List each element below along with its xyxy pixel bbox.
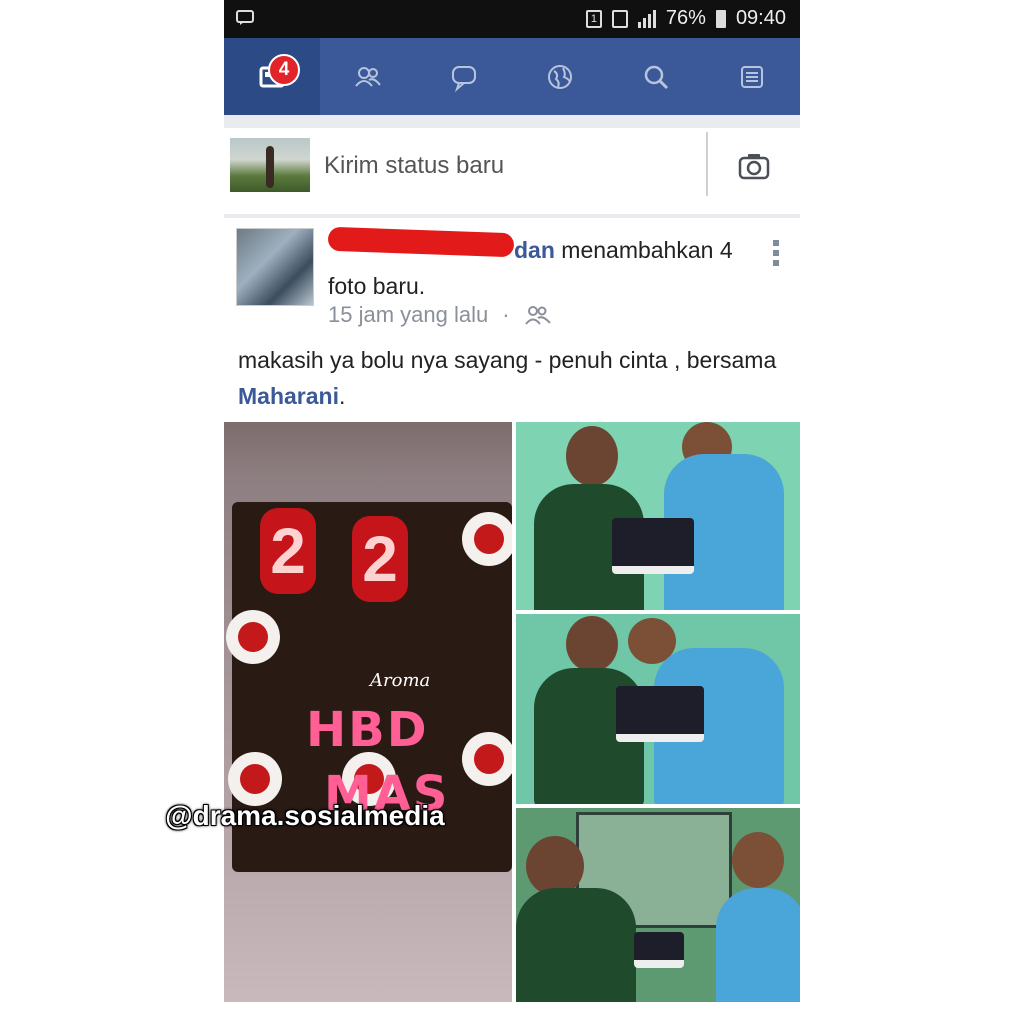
sim-signal-icon	[611, 9, 628, 28]
watermark: @drama.sosialmedia	[165, 800, 445, 831]
chat-bubble-icon	[452, 65, 476, 92]
clock: 09:40	[735, 7, 786, 29]
author-avatar[interactable]	[236, 228, 314, 306]
candle-digit: 2	[260, 508, 316, 594]
audience-friends-icon	[524, 306, 551, 325]
friends-icon	[355, 66, 381, 87]
battery-percent: 76%	[665, 7, 706, 29]
next-post-edge	[224, 1012, 800, 1024]
author-name[interactable]: dan	[514, 237, 555, 263]
sim1-icon: 1	[585, 9, 602, 28]
status-bar: 1 76% 09:40	[224, 0, 800, 38]
bbm-icon	[236, 9, 254, 32]
tab-search[interactable]	[608, 38, 704, 115]
phone-screen: 1 76% 09:40 4 Kirim status baru dan mena…	[224, 0, 800, 1024]
tab-notifications[interactable]	[512, 38, 608, 115]
globe-icon	[548, 64, 572, 89]
photo-couple-3[interactable]	[516, 808, 800, 1002]
search-icon	[644, 65, 669, 89]
cake-brand-logo: Aroma	[370, 670, 431, 691]
status-input[interactable]: Kirim status baru	[324, 152, 504, 180]
camera-icon[interactable]	[738, 152, 770, 180]
feed-post: dan menambahkan 4 foto baru. 15 jam yang…	[224, 218, 800, 1024]
network-signal-icon	[637, 9, 656, 28]
caption-text: makasih ya bolu nya sayang - penuh cinta…	[238, 347, 777, 373]
post-timestamp[interactable]: 15 jam yang lalu	[328, 302, 488, 328]
post-caption: makasih ya bolu nya sayang - penuh cinta…	[238, 342, 788, 414]
top-navigation: 4	[224, 38, 800, 115]
menu-list-icon	[741, 65, 763, 88]
composer-divider	[706, 132, 708, 196]
photo-couple-2[interactable]	[516, 614, 800, 804]
status-composer[interactable]: Kirim status baru	[224, 128, 800, 214]
post-options-icon[interactable]	[772, 240, 780, 266]
battery-icon	[715, 9, 726, 28]
photo-cake[interactable]: 2 2 Aroma HBD MAS	[224, 422, 512, 1002]
caption-end: .	[338, 383, 346, 409]
tab-friend-requests[interactable]	[320, 38, 416, 115]
meta-separator: ·	[502, 302, 510, 327]
tagged-friend[interactable]: Maharani	[238, 383, 339, 409]
tab-news-feed[interactable]: 4	[224, 38, 320, 115]
tab-more[interactable]	[704, 38, 800, 115]
cake-writing-hbd: HBD	[306, 702, 429, 758]
post-meta: 15 jam yang lalu ·	[328, 302, 552, 328]
tab-messages[interactable]	[416, 38, 512, 115]
notification-badge: 4	[268, 54, 300, 86]
photo-couple-1[interactable]	[516, 422, 800, 610]
candle-digit: 2	[352, 516, 408, 602]
user-avatar	[230, 138, 310, 192]
